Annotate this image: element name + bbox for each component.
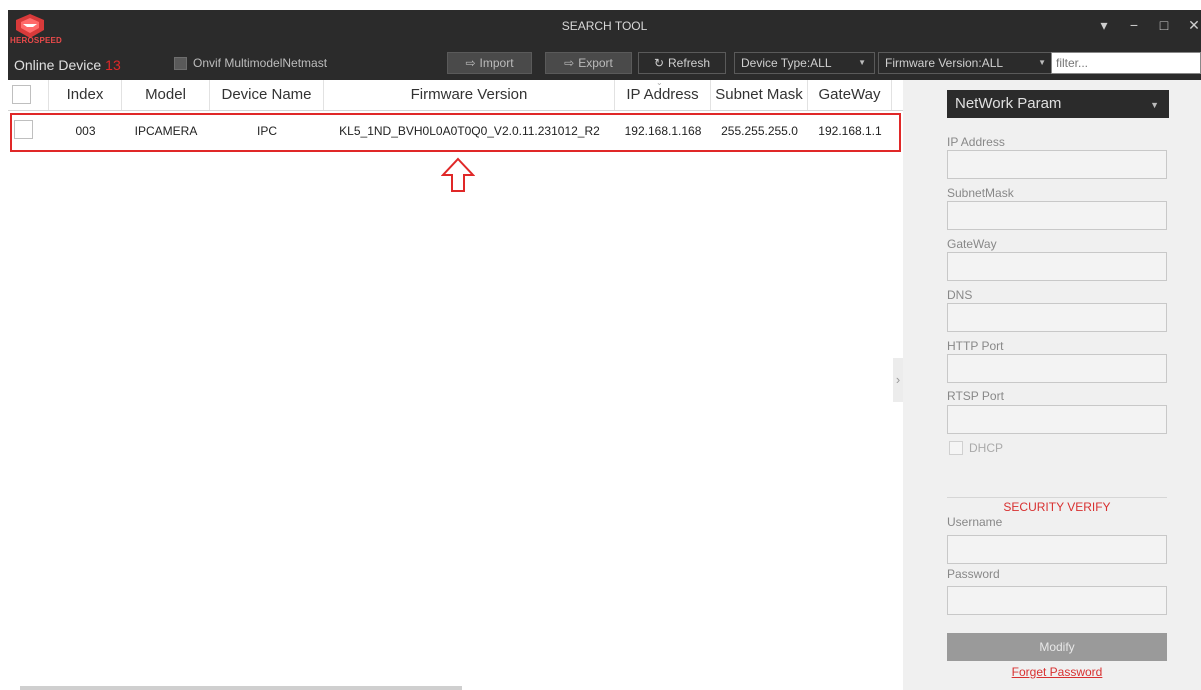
cell-device-name: IPC — [256, 124, 277, 138]
security-verify-title: SECURITY VERIFY — [1003, 500, 1111, 514]
gateway-input[interactable] — [947, 252, 1167, 281]
header-model[interactable]: Model — [122, 80, 210, 110]
subnet-mask-label: SubnetMask — [947, 186, 1014, 200]
device-type-value: Device Type:ALL — [741, 56, 832, 70]
arrow-up-icon — [441, 157, 475, 192]
cell-ip: 192.168.1.168 — [624, 124, 702, 138]
password-input[interactable] — [947, 586, 1167, 615]
export-button[interactable]: ⇨ Export — [545, 52, 632, 74]
row-checkbox[interactable] — [14, 120, 33, 139]
header-ip-address[interactable]: IP Address — [615, 80, 711, 110]
export-icon: ⇨ — [564, 56, 575, 70]
ip-address-input[interactable] — [947, 150, 1167, 179]
header-subnet-mask[interactable]: Subnet Mask — [711, 80, 808, 110]
ip-address-label: IP Address — [947, 135, 1005, 149]
refresh-icon: ↻ — [653, 56, 665, 70]
import-label: Import — [479, 56, 514, 70]
gateway-label: GateWay — [947, 237, 997, 251]
dns-label: DNS — [947, 288, 973, 302]
http-port-input[interactable] — [947, 354, 1167, 383]
divider — [947, 497, 1167, 498]
online-device-label: Online Device 13 — [14, 57, 121, 73]
firmware-version-value: Firmware Version:ALL — [885, 56, 1004, 70]
minimize-icon[interactable]: − — [1127, 17, 1141, 34]
select-all-checkbox[interactable] — [12, 85, 31, 104]
chevron-down-icon: ▼ — [858, 58, 866, 67]
chevron-down-icon: ▼ — [1150, 100, 1159, 110]
menu-icon[interactable]: ▾ — [1097, 17, 1111, 34]
cell-subnet: 255.255.255.0 — [721, 124, 798, 138]
forget-password-link[interactable]: Forget Password — [947, 665, 1167, 679]
dhcp-checkbox[interactable] — [949, 441, 963, 455]
window-title: SEARCH TOOL — [561, 19, 648, 33]
onvif-option[interactable]: Onvif MultimodelNetmast — [174, 56, 327, 70]
online-device-count: 13 — [105, 57, 121, 73]
import-button[interactable]: ⇨ Import — [447, 52, 532, 74]
window-left-edge — [0, 0, 8, 690]
onvif-checkbox[interactable] — [174, 56, 187, 70]
horizontal-scrollbar[interactable] — [20, 686, 462, 690]
cell-model: IPCAMERA — [134, 124, 198, 138]
modify-button[interactable]: Modify — [947, 633, 1167, 661]
maximize-icon[interactable]: □ — [1157, 17, 1171, 34]
refresh-label: Refresh — [668, 56, 711, 70]
chevron-down-icon: ▼ — [1038, 58, 1046, 67]
network-param-dropdown[interactable]: NetWork Param ▼ — [947, 90, 1169, 118]
cell-gateway: 192.168.1.1 — [818, 124, 882, 138]
header-gateway[interactable]: GateWay — [808, 80, 892, 110]
toolbar: Online Device 13 Onvif MultimodelNetmast … — [8, 44, 1201, 80]
header-device-name[interactable]: Device Name — [210, 80, 324, 110]
table-row[interactable]: 003 IPCAMERA IPC KL5_1ND_BVH0L0A0T0Q0_V2… — [8, 113, 903, 149]
export-label: Export — [578, 56, 613, 70]
username-label: Username — [947, 515, 1003, 529]
onvif-label: Onvif MultimodelNetmast — [193, 56, 328, 70]
subnet-mask-input[interactable] — [947, 201, 1167, 230]
sort-caret-icon: ⌄ — [656, 78, 663, 87]
header-index[interactable]: Index — [49, 80, 122, 110]
network-param-value: NetWork Param — [955, 95, 1062, 112]
refresh-button[interactable]: ↻ Refresh — [638, 52, 726, 74]
title-bar: HEROSPEED SEARCH TOOL ▾ − □ ✕ — [8, 10, 1201, 45]
http-port-label: HTTP Port — [947, 339, 1004, 353]
cell-firmware: KL5_1ND_BVH0L0A0T0Q0_V2.0.11.231012_R2 — [339, 124, 600, 138]
table-header: Index Model Device Name Firmware Version… — [8, 78, 903, 111]
firmware-version-dropdown[interactable]: Firmware Version:ALL ▼ — [878, 52, 1055, 74]
dhcp-option[interactable]: DHCP — [949, 441, 1003, 455]
username-input[interactable] — [947, 535, 1167, 564]
dns-input[interactable] — [947, 303, 1167, 332]
rtsp-port-label: RTSP Port — [947, 389, 1004, 403]
header-firmware-version[interactable]: Firmware Version — [324, 80, 615, 110]
header-select-cell — [8, 80, 49, 110]
device-type-dropdown[interactable]: Device Type:ALL ▼ — [734, 52, 875, 74]
param-panel: NetWork Param ▼ IP Address SubnetMask Ga… — [903, 80, 1201, 690]
window-top-edge — [0, 0, 1201, 10]
filter-input[interactable] — [1051, 52, 1201, 74]
close-icon[interactable]: ✕ — [1187, 17, 1201, 34]
rtsp-port-input[interactable] — [947, 405, 1167, 434]
collapse-panel-handle[interactable]: › — [893, 358, 903, 402]
password-label: Password — [947, 567, 1000, 581]
import-icon: ⇨ — [465, 56, 476, 70]
online-device-text: Online Device — [14, 57, 102, 73]
dhcp-label: DHCP — [969, 441, 1004, 455]
cell-index: 003 — [75, 124, 96, 138]
window-controls: ▾ − □ ✕ — [1097, 17, 1201, 34]
